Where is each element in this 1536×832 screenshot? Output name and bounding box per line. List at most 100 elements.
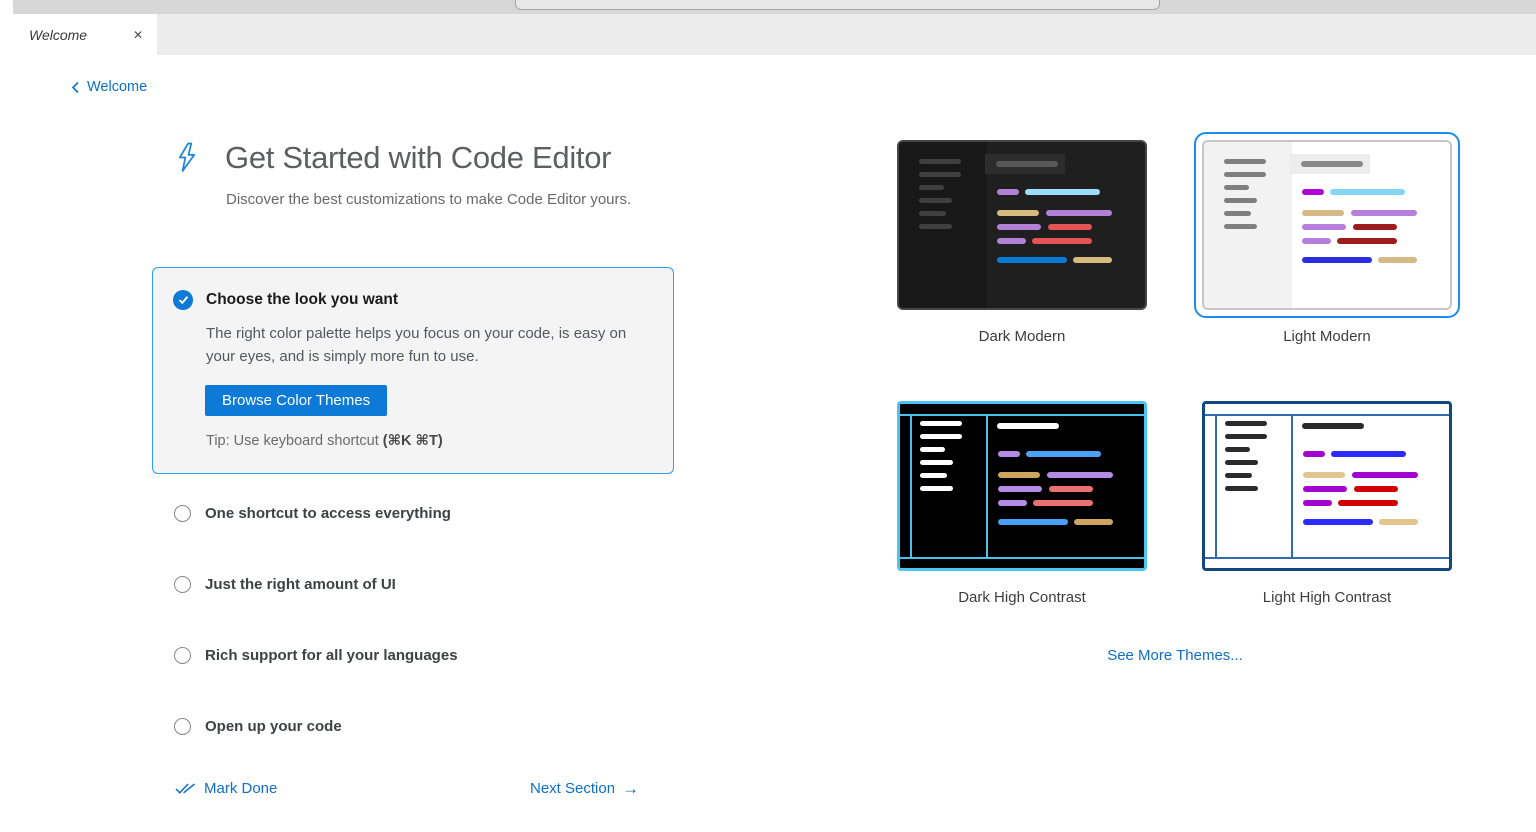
sidebar-bar [919, 198, 952, 203]
code-line [1378, 257, 1417, 263]
see-more-themes-link[interactable]: See More Themes... [1107, 647, 1243, 664]
hc-divider-h [900, 414, 1144, 416]
mark-done-label: Mark Done [204, 780, 277, 797]
sidebar-bar [919, 172, 961, 177]
checklist-current-card: Choose the look you want The right color… [152, 267, 674, 474]
code-line [998, 472, 1040, 478]
keyboard-shortcut-tip: Tip: Use keyboard shortcut (⌘K ⌘T) [206, 433, 653, 449]
code-line [1352, 472, 1418, 478]
window-titlebar [13, 0, 1536, 14]
checklist-item-just-the-right-amount-of-ui[interactable]: Just the right amount of UI [174, 576, 458, 593]
next-section-link[interactable]: Next Section → [530, 780, 639, 797]
arrow-right-icon: → [622, 780, 639, 797]
code-line [998, 486, 1042, 492]
sidebar-bar [920, 421, 962, 426]
mark-done-link[interactable]: Mark Done [175, 780, 277, 797]
code-line [997, 238, 1026, 244]
theme-caption: Light Modern [1283, 328, 1371, 345]
sidebar-bar [1225, 421, 1267, 426]
code-line [1302, 210, 1344, 216]
sidebar-bar [1225, 434, 1267, 439]
back-to-welcome-link[interactable]: Welcome [71, 79, 147, 95]
code-line [1330, 189, 1405, 195]
next-section-label: Next Section [530, 780, 615, 797]
sidebar-bar [920, 447, 945, 452]
code-line [997, 257, 1067, 263]
sidebar-bar [1224, 172, 1266, 177]
checklist-item-open-up-your-code[interactable]: Open up your code [174, 718, 458, 735]
sidebar-bar [1224, 159, 1266, 164]
code-line [1046, 210, 1112, 216]
code-line [1026, 451, 1101, 457]
theme-tile-light-high-contrast[interactable] [1194, 393, 1460, 579]
theme-preview [897, 140, 1147, 310]
code-line [997, 189, 1019, 195]
close-icon[interactable]: ✕ [131, 27, 145, 43]
command-center-search[interactable] [515, 0, 1160, 10]
code-line [1303, 486, 1347, 492]
back-link-label: Welcome [87, 79, 147, 95]
hc-divider-v [1291, 414, 1293, 559]
theme-caption: Dark Modern [979, 328, 1066, 345]
code-line [1379, 519, 1418, 525]
tab-welcome-label: Welcome [29, 27, 131, 43]
code-line [998, 519, 1068, 525]
theme-tile-dark-modern[interactable] [889, 132, 1155, 318]
code-line [1331, 451, 1406, 457]
code-line [1033, 500, 1093, 506]
sidebar-bar [919, 185, 944, 190]
checklist-current-description: The right color palette helps you focus … [206, 322, 644, 369]
check-all-icon [175, 782, 196, 795]
code-line [1303, 500, 1332, 506]
sidebar-bar [1224, 185, 1249, 190]
checklist-item-label: Just the right amount of UI [205, 576, 396, 593]
sidebar-bar [920, 486, 953, 491]
code-line [1302, 189, 1324, 195]
theme-cell-light-modern: Light Modern [1194, 132, 1460, 345]
theme-grid: Dark ModernLight ModernDark High Contras… [889, 132, 1460, 606]
hc-divider-v [1215, 414, 1217, 559]
checklist-current-title: Choose the look you want [206, 291, 398, 309]
sidebar-bar [919, 211, 946, 216]
checklist-item-label: One shortcut to access everything [205, 505, 451, 522]
browse-color-themes-button[interactable]: Browse Color Themes [205, 385, 387, 416]
code-line [1337, 238, 1397, 244]
tab-title-bar [996, 161, 1058, 167]
tab-title-bar [1302, 423, 1364, 429]
tab-title-bar [1301, 161, 1363, 167]
checklist-items: One shortcut to access everything Just th… [174, 505, 458, 789]
editor-tab-strip: Welcome ✕ [13, 14, 1536, 55]
theme-tile-light-modern[interactable] [1194, 132, 1460, 318]
code-line [997, 210, 1039, 216]
code-line [998, 500, 1027, 506]
hc-divider-h [1205, 557, 1449, 559]
code-line [1351, 210, 1417, 216]
check-circle-icon [173, 290, 193, 310]
page-title: Get Started with Code Editor [225, 140, 611, 176]
checklist-item-one-shortcut-to-access-everything[interactable]: One shortcut to access everything [174, 505, 458, 522]
checklist-item-label: Rich support for all your languages [205, 647, 458, 664]
sidebar-bar [1225, 473, 1252, 478]
theme-tile-dark-high-contrast[interactable] [889, 393, 1155, 579]
theme-preview [897, 401, 1147, 571]
sidebar-bar [1224, 211, 1251, 216]
theme-caption: Light High Contrast [1263, 589, 1391, 606]
code-line [1338, 500, 1398, 506]
code-line [1047, 472, 1113, 478]
code-line [1302, 238, 1331, 244]
code-line [1025, 189, 1100, 195]
radio-circle-icon [174, 647, 191, 664]
checklist-item-rich-support-for-all-your-languages[interactable]: Rich support for all your languages [174, 647, 458, 664]
theme-cell-dark-modern: Dark Modern [889, 132, 1155, 345]
radio-circle-icon [174, 505, 191, 522]
radio-circle-icon [174, 576, 191, 593]
hc-divider-h [1205, 414, 1449, 416]
checklist-item-choose-look[interactable]: Choose the look you want [173, 290, 653, 310]
sidebar-bar [1225, 460, 1258, 465]
code-line [1353, 224, 1397, 230]
sidebar-bar [1224, 198, 1257, 203]
radio-circle-icon [174, 718, 191, 735]
tab-welcome[interactable]: Welcome ✕ [13, 14, 157, 55]
lightning-bolt-icon [174, 142, 199, 178]
see-more-row: See More Themes... [889, 647, 1461, 665]
